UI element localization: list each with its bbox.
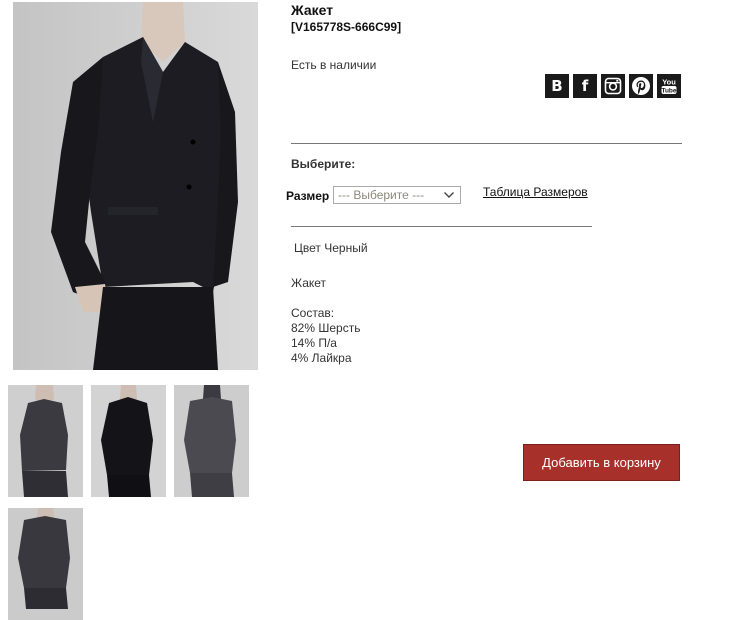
composition-heading: Состав:: [291, 306, 335, 320]
pinterest-share-button[interactable]: [629, 74, 653, 98]
product-description: Жакет: [291, 276, 327, 290]
size-select-value: --- Выберите ---: [338, 188, 425, 202]
divider-middle: [291, 226, 592, 227]
facebook-share-button[interactable]: f: [573, 74, 597, 98]
pinterest-icon: [632, 77, 650, 95]
product-color: Цвет Черный: [294, 241, 368, 255]
thumbnail-2[interactable]: [91, 385, 166, 497]
youtube-share-button[interactable]: You Tube: [657, 74, 681, 98]
composition-item: 82% Шерсть: [291, 321, 361, 335]
svg-text:You: You: [662, 78, 676, 87]
size-select[interactable]: --- Выберите ---: [333, 186, 461, 204]
add-to-cart-button[interactable]: Добавить в корзину: [523, 444, 680, 481]
instagram-share-button[interactable]: [601, 74, 625, 98]
svg-text:Tube: Tube: [661, 88, 676, 95]
youtube-icon: You Tube: [661, 78, 676, 95]
availability-status: Есть в наличии: [291, 58, 377, 72]
size-table-link[interactable]: Таблица Размеров: [483, 185, 588, 199]
thumbnail-3[interactable]: [174, 385, 249, 497]
instagram-icon: [604, 77, 622, 95]
thumbnail-4[interactable]: [8, 508, 83, 620]
composition-item: 14% П/а: [291, 336, 337, 350]
product-sku: [V165778S-666C99]: [291, 20, 402, 34]
composition-item: 4% Лайкра: [291, 351, 352, 365]
facebook-icon: f: [581, 77, 589, 95]
vk-share-button[interactable]: B: [545, 74, 569, 98]
product-title: Жакет: [291, 2, 334, 18]
product-main-image: [13, 2, 258, 370]
thumbnail-1[interactable]: [8, 385, 83, 497]
add-to-cart-label: Добавить в корзину: [542, 455, 661, 470]
divider-top: [291, 143, 682, 144]
size-label: Размер: [286, 189, 330, 203]
chevron-down-icon: [444, 192, 454, 198]
vk-icon: B: [551, 77, 563, 95]
options-heading: Выберите:: [291, 157, 356, 171]
